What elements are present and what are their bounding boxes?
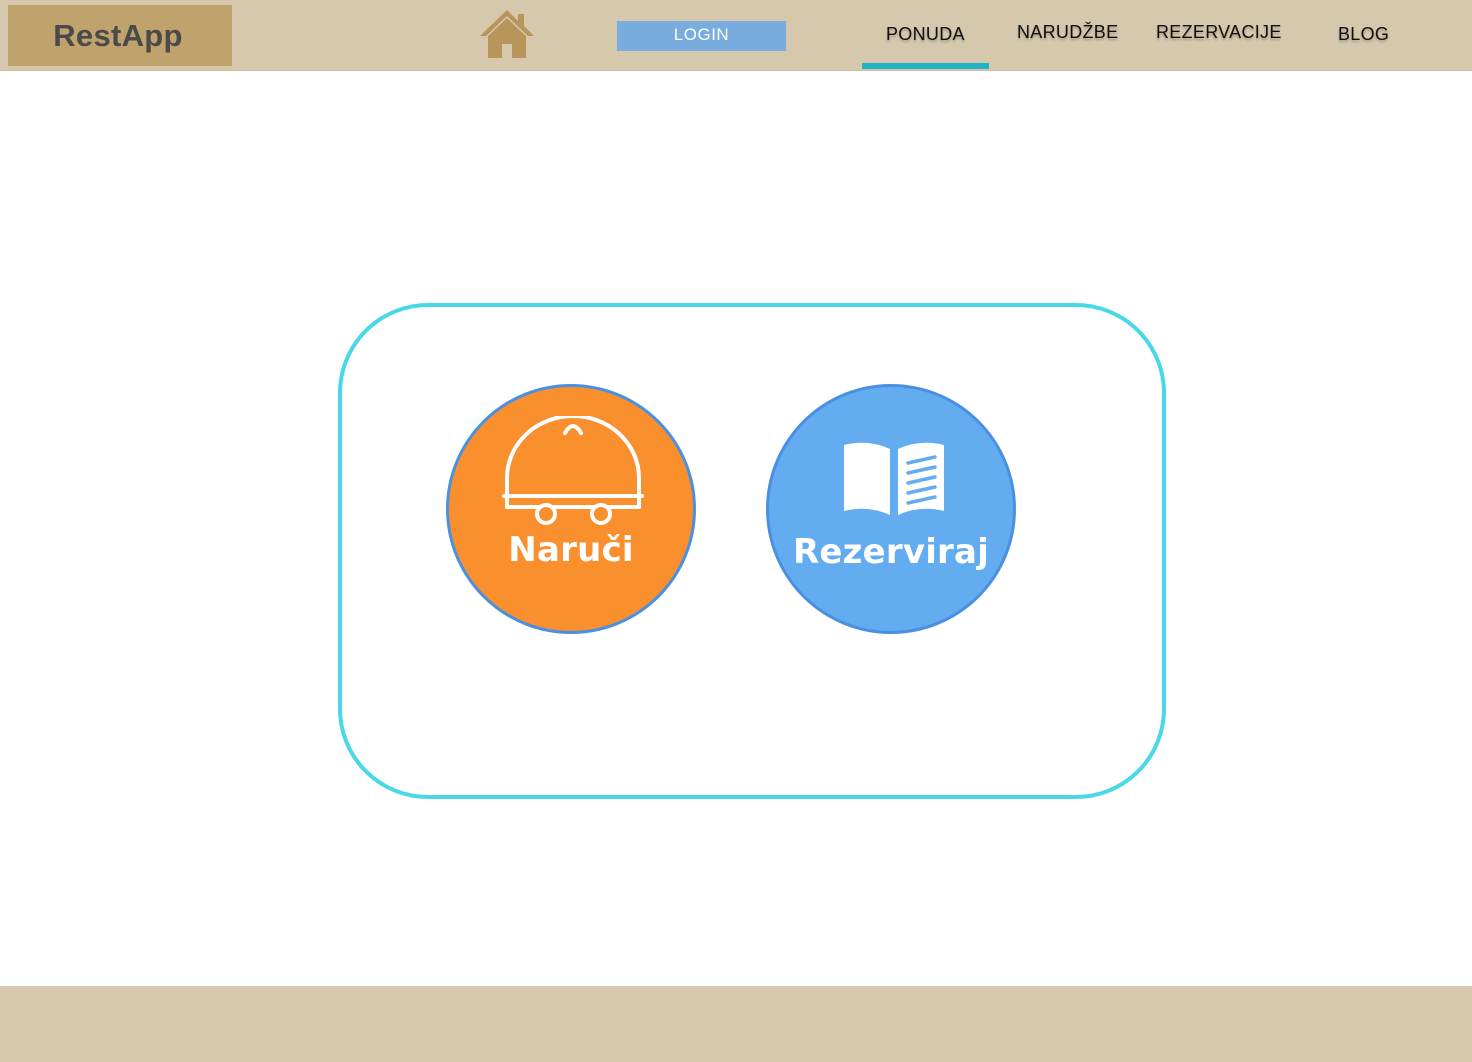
login-button[interactable]: LOGIN bbox=[617, 21, 786, 51]
order-label: Naruči bbox=[508, 530, 634, 570]
nav-item-blog[interactable]: BLOG bbox=[1338, 24, 1389, 52]
footer bbox=[0, 986, 1472, 1062]
reserve-button[interactable]: Rezerviraj bbox=[766, 384, 1016, 634]
active-nav-indicator bbox=[862, 63, 989, 69]
open-book-icon bbox=[842, 441, 946, 517]
nav-item-rezervacije[interactable]: REZERVACIJE bbox=[1156, 22, 1282, 50]
home-icon[interactable] bbox=[478, 8, 536, 60]
nav-item-narudzbe[interactable]: NARUDŽBE bbox=[1017, 22, 1118, 50]
nav-item-ponuda[interactable]: PONUDA bbox=[886, 24, 965, 52]
top-navigation-bar: RestApp LOGIN PONUDA NARUDŽBE REZERVACIJ… bbox=[0, 0, 1472, 71]
reserve-label: Rezerviraj bbox=[792, 532, 990, 572]
order-button[interactable]: Naruči bbox=[446, 384, 696, 634]
app-logo[interactable]: RestApp bbox=[8, 5, 232, 66]
food-delivery-cloche-icon bbox=[501, 414, 645, 526]
